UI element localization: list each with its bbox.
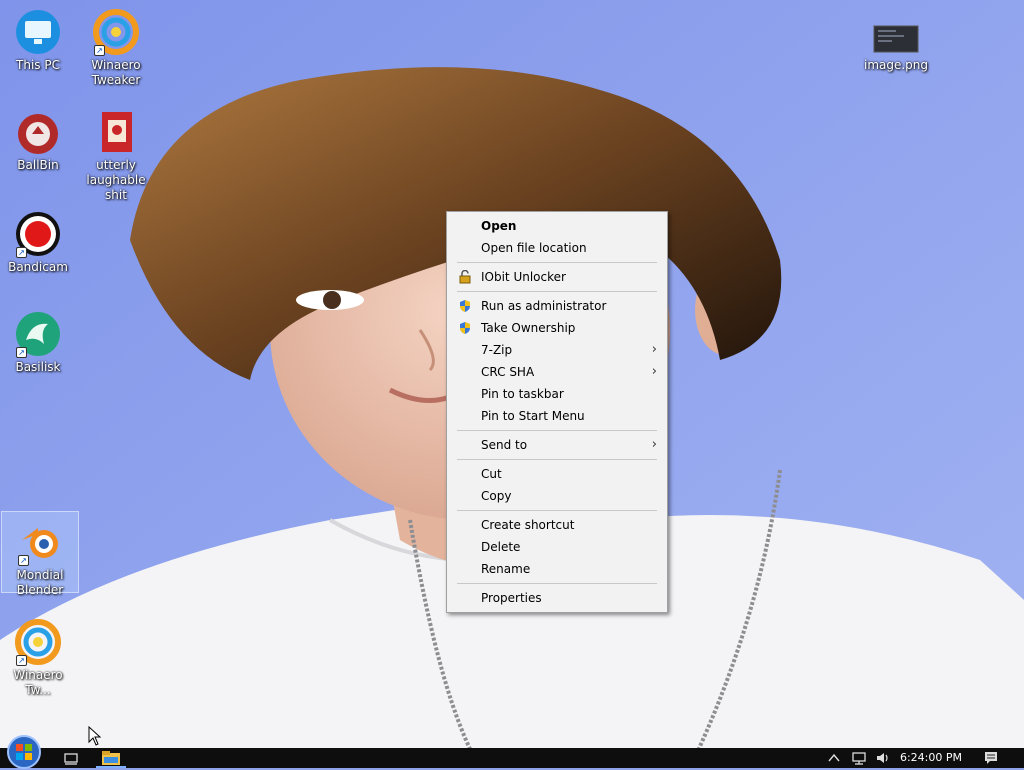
menu-item-label: Rename (481, 562, 531, 576)
menu-item-label: 7-Zip (481, 343, 513, 357)
submenu-arrow-icon: › (651, 342, 657, 357)
volume-icon[interactable] (874, 749, 892, 767)
desktop-icon-label: Winaero Tweaker (91, 58, 141, 87)
desktop-icon-utterly-laughable[interactable]: utterly laughable shit (78, 108, 154, 203)
desktop-icon-bandicam[interactable]: ↗ Bandicam (0, 210, 76, 275)
menu-item-copy[interactable]: Copy (447, 485, 667, 507)
menu-item-label: Open (481, 219, 517, 233)
document-icon (102, 112, 132, 152)
uac-shield-icon (458, 321, 472, 335)
recycle-bin-icon (18, 114, 58, 154)
menu-item-label: Send to (481, 438, 528, 452)
menu-item-open[interactable]: Open (447, 215, 667, 237)
this-pc-icon (16, 10, 60, 54)
chevron-up-icon[interactable] (826, 749, 842, 767)
menu-item-label: Cut (481, 467, 502, 481)
menu-item-label: Properties (481, 591, 542, 605)
desktop-icon-label: utterly laughable shit (86, 158, 146, 202)
shortcut-arrow-icon: ↗ (16, 347, 27, 358)
network-icon[interactable] (850, 749, 868, 767)
desktop-icon-label: Winaero Tw... (13, 668, 63, 697)
desktop-icon-label: Mondial Blender (16, 568, 64, 597)
context-menu: Open Open file location IObit Unlocker R… (446, 211, 668, 613)
desktop-icon-basilisk[interactable]: ↗ Basilisk (0, 310, 76, 375)
menu-item-cut[interactable]: Cut (447, 463, 667, 485)
menu-item-label: Open file location (481, 241, 587, 255)
menu-item-label: Copy (481, 489, 512, 503)
menu-item-create-shortcut[interactable]: Create shortcut (447, 514, 667, 536)
desktop-icon-label: image.png (863, 58, 929, 72)
desktop-icon-ballbin[interactable]: BallBin (0, 108, 76, 173)
image-file-icon (873, 25, 919, 53)
uac-shield-icon (458, 299, 472, 313)
menu-item-properties[interactable]: Properties (447, 587, 667, 609)
menu-item-label: Run as administrator (481, 299, 607, 313)
desktop-icon-winaero-tweaker[interactable]: ↗ Winaero Tweaker (78, 8, 154, 88)
shortcut-arrow-icon: ↗ (16, 247, 27, 258)
menu-item-open-file-location[interactable]: Open file location (447, 237, 667, 259)
menu-item-crc-sha[interactable]: CRC SHA › (447, 361, 667, 383)
menu-separator (457, 510, 657, 511)
menu-item-rename[interactable]: Rename (447, 558, 667, 580)
shortcut-arrow-icon: ↗ (16, 655, 27, 666)
desktop-icon-mondial-blender[interactable]: ↗ Mondial Blender (1, 511, 79, 597)
desktop-icon-label: This PC (16, 58, 60, 72)
menu-item-take-ownership[interactable]: Take Ownership (447, 317, 667, 339)
menu-item-run-as-administrator[interactable]: Run as administrator (447, 295, 667, 317)
menu-item-label: Create shortcut (481, 518, 575, 532)
menu-item-delete[interactable]: Delete (447, 536, 667, 558)
shortcut-arrow-icon: ↗ (94, 45, 105, 56)
menu-item-label: CRC SHA (481, 365, 535, 379)
desktop-icon-winaero-tweaker-2[interactable]: ↗ Winaero Tw... (0, 618, 76, 698)
desktop-icon-image-png[interactable]: image.png (858, 22, 934, 73)
taskbar: 6:24:00 PM (0, 735, 1024, 769)
desktop-icon-label: Basilisk (15, 360, 61, 374)
menu-separator (457, 459, 657, 460)
menu-item-label: Delete (481, 540, 521, 554)
menu-item-label: Pin to taskbar (481, 387, 564, 401)
menu-item-iobit-unlocker[interactable]: IObit Unlocker (447, 266, 667, 288)
shortcut-arrow-icon: ↗ (18, 555, 29, 566)
desktop-icon-this-pc[interactable]: This PC (0, 8, 76, 73)
submenu-arrow-icon: › (651, 437, 657, 452)
menu-item-7zip[interactable]: 7-Zip › (447, 339, 667, 361)
menu-item-pin-to-start-menu[interactable]: Pin to Start Menu (447, 405, 667, 427)
menu-item-label: Take Ownership (481, 321, 576, 335)
mouse-cursor-icon (88, 726, 102, 746)
menu-separator (457, 291, 657, 292)
menu-separator (457, 583, 657, 584)
menu-item-pin-to-taskbar[interactable]: Pin to taskbar (447, 383, 667, 405)
task-view-icon[interactable] (62, 749, 80, 767)
file-explorer-icon[interactable] (100, 749, 122, 767)
unlocker-icon (458, 270, 472, 284)
windows-start-orb-icon[interactable] (6, 734, 42, 770)
tray-clock[interactable]: 6:24:00 PM (900, 751, 962, 764)
menu-separator (457, 262, 657, 263)
menu-item-label: IObit Unlocker (481, 270, 566, 284)
desktop-icon-label: Bandicam (8, 260, 68, 274)
menu-item-label: Pin to Start Menu (481, 409, 585, 423)
submenu-arrow-icon: › (651, 364, 657, 379)
desktop-icon-label: BallBin (17, 158, 59, 172)
menu-separator (457, 430, 657, 431)
menu-item-send-to[interactable]: Send to › (447, 434, 667, 456)
action-center-icon[interactable] (982, 749, 1000, 767)
